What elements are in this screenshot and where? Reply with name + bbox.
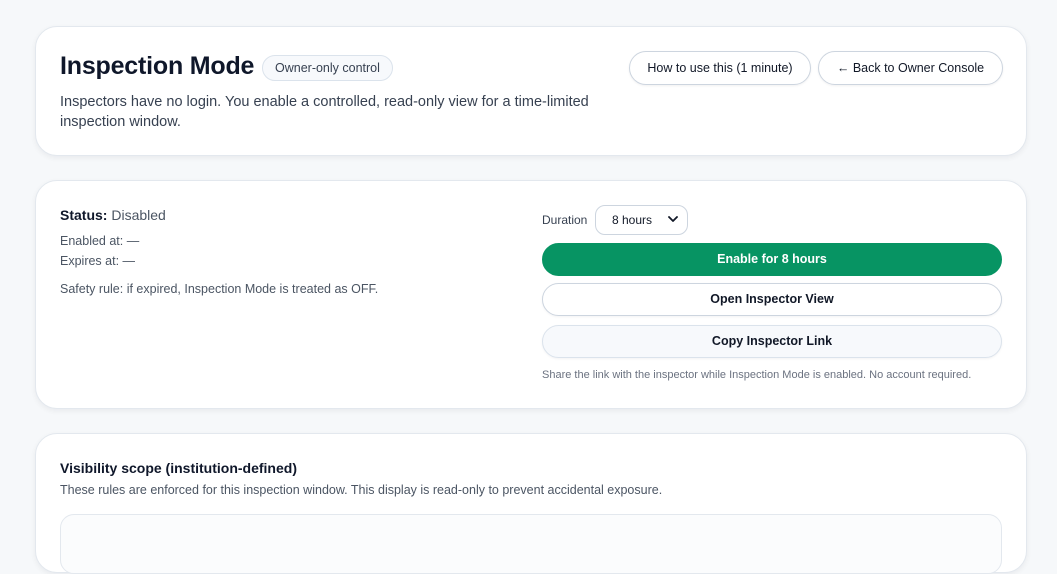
- duration-selected-value: 8 hours: [612, 213, 653, 227]
- back-to-owner-console-button[interactable]: ← Back to Owner Console: [818, 51, 1003, 85]
- header-card: Inspection Mode Owner-only control Inspe…: [35, 26, 1027, 156]
- share-note: Share the link with the inspector while …: [542, 369, 972, 381]
- enabled-at-text: Enabled at: —: [60, 234, 140, 248]
- copy-inspector-link-button[interactable]: Copy Inspector Link: [542, 325, 1002, 358]
- status-value: Disabled: [111, 207, 166, 223]
- safety-rule-text: Safety rule: if expired, Inspection Mode…: [60, 282, 379, 296]
- status-line: Status: Disabled: [60, 207, 166, 223]
- scope-description: These rules are enforced for this inspec…: [60, 483, 663, 497]
- status-card: Status: Disabled Enabled at: — Expires a…: [35, 180, 1027, 409]
- chevron-down-icon: [668, 206, 678, 245]
- duration-select[interactable]: 8 hours: [595, 205, 688, 235]
- open-inspector-view-button[interactable]: Open Inspector View: [542, 283, 1002, 316]
- enable-button[interactable]: Enable for 8 hours: [542, 243, 1002, 276]
- duration-label: Duration: [542, 213, 588, 227]
- page-title: Inspection Mode: [60, 52, 255, 80]
- scope-title: Visibility scope (institution-defined): [60, 460, 297, 476]
- status-label: Status:: [60, 207, 108, 223]
- owner-only-badge: Owner-only control: [262, 55, 393, 81]
- how-to-use-button[interactable]: How to use this (1 minute): [629, 51, 811, 85]
- scope-rules-panel: [60, 514, 1002, 574]
- visibility-scope-card: Visibility scope (institution-defined) T…: [35, 433, 1027, 574]
- expires-at-text: Expires at: —: [60, 254, 136, 268]
- page-subtitle: Inspectors have no login. You enable a c…: [60, 94, 589, 130]
